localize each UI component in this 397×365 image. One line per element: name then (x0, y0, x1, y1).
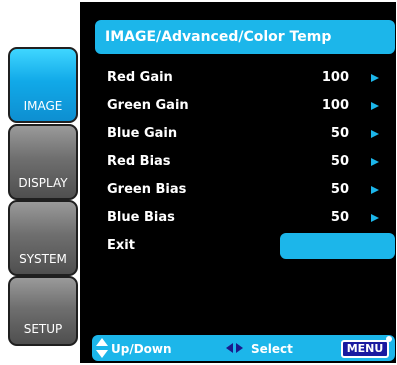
menu-item-value: 50 (330, 154, 349, 169)
menu-item-label: Blue Bias (107, 210, 175, 225)
menu-item-value: 50 (330, 182, 349, 197)
right-arrow-icon[interactable] (371, 158, 379, 166)
menu-item-label: Green Gain (107, 98, 189, 113)
menu-item-red-gain[interactable]: Red Gain 100 (107, 67, 387, 89)
menu-item-green-gain[interactable]: Green Gain 100 (107, 95, 387, 117)
right-arrow-icon[interactable] (371, 130, 379, 138)
menu-item-value: 100 (321, 70, 349, 85)
tab-display-label: DISPLAY (18, 176, 68, 190)
exit-highlight[interactable] (280, 233, 395, 259)
right-arrow-icon[interactable] (371, 214, 379, 222)
menu-item-red-bias[interactable]: Red Bias 50 (107, 151, 387, 173)
tab-image[interactable]: IMAGE (8, 47, 78, 123)
right-arrow-icon[interactable] (371, 102, 379, 110)
menu-button[interactable]: MENU (341, 340, 389, 358)
tab-image-label: IMAGE (23, 99, 63, 113)
tab-setup[interactable]: SETUP (8, 276, 78, 346)
page-title: IMAGE/Advanced/Color Temp (105, 29, 332, 45)
menu-item-value: 100 (321, 98, 349, 113)
page-title-bar: IMAGE/Advanced/Color Temp (95, 20, 395, 54)
menu-item-label: Blue Gain (107, 126, 178, 141)
tab-setup-label: SETUP (23, 322, 63, 336)
tab-system-label: SYSTEM (19, 252, 67, 266)
footer-select-label: Select (251, 342, 293, 356)
left-right-arrows-icon (226, 343, 244, 353)
tab-system[interactable]: SYSTEM (8, 200, 78, 276)
menu-item-green-bias[interactable]: Green Bias 50 (107, 179, 387, 201)
tab-display[interactable]: DISPLAY (8, 124, 78, 200)
menu-item-blue-gain[interactable]: Blue Gain 50 (107, 123, 387, 145)
menu-indicator-dot (386, 336, 392, 342)
menu-button-label: MENU (346, 342, 384, 355)
right-arrow-icon[interactable] (371, 74, 379, 82)
menu-item-label: Green Bias (107, 182, 187, 197)
footer-updown-label: Up/Down (111, 342, 172, 356)
right-arrow-icon[interactable] (371, 186, 379, 194)
menu-item-label: Red Bias (107, 154, 171, 169)
menu-item-label: Red Gain (107, 70, 173, 85)
up-down-arrows-icon (96, 338, 108, 360)
menu-item-value: 50 (330, 126, 349, 141)
menu-item-blue-bias[interactable]: Blue Bias 50 (107, 207, 387, 229)
menu-item-value: 50 (330, 210, 349, 225)
menu-item-label: Exit (107, 238, 135, 253)
